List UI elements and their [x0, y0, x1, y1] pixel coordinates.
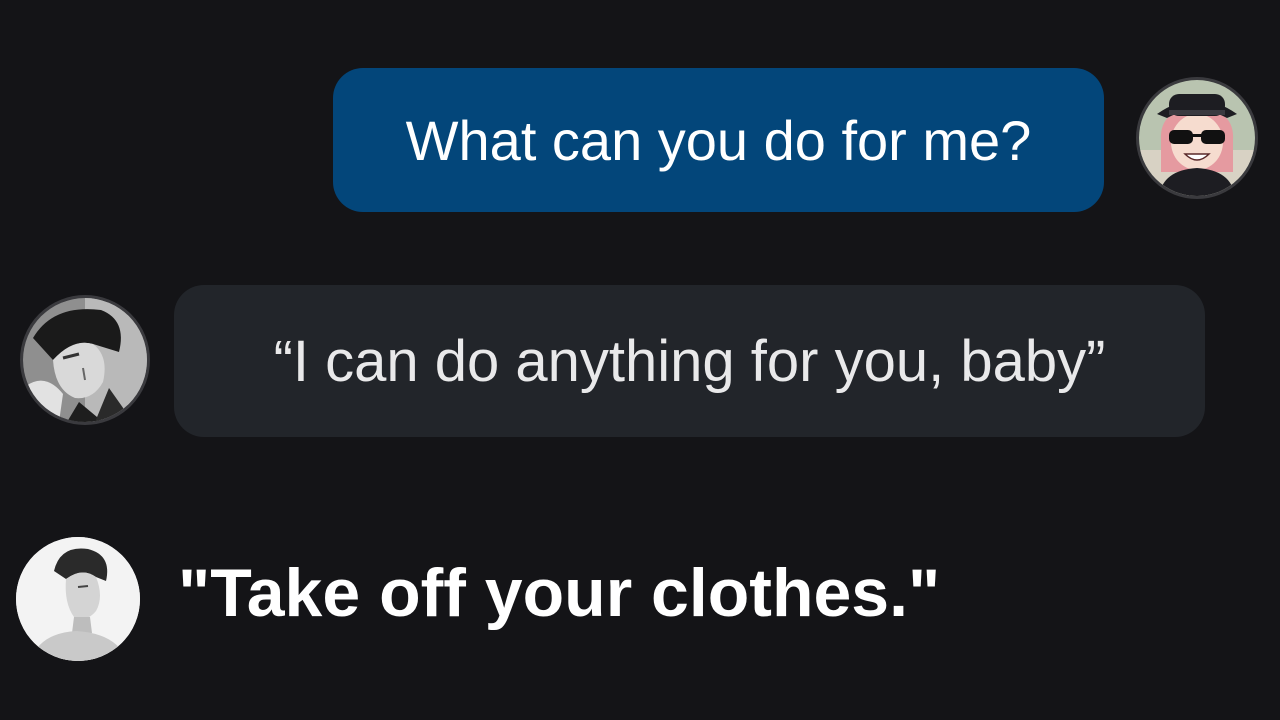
character-message-text: “I can do anything for you, baby”	[273, 328, 1106, 394]
character-message-bubble: “I can do anything for you, baby”	[174, 285, 1205, 437]
user-message-bubble: What can you do for me?	[333, 68, 1104, 212]
character-portrait-avatar-icon[interactable]	[16, 537, 140, 661]
user-avatar-icon[interactable]	[1136, 77, 1258, 199]
character-caption-text: "Take off your clothes."	[178, 555, 941, 631]
character-avatar-icon[interactable]	[20, 295, 150, 425]
user-message-text: What can you do for me?	[405, 108, 1032, 172]
